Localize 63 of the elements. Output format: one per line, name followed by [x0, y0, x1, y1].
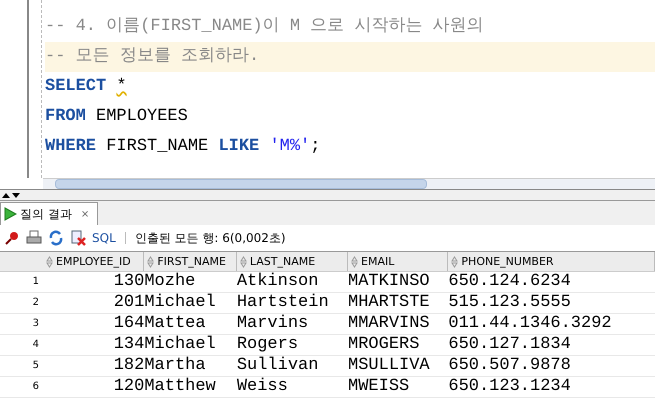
- sort-icon[interactable]: [147, 256, 154, 268]
- play-icon: [3, 207, 17, 221]
- table-cell-text: 130: [112, 272, 144, 292]
- code-editor[interactable]: -- 4. 이름(FIRST_NAME)이 M 으로 시작하는 사원의 -- 모든 정보를 조회하라. SELECT * FROM EMPLOYEES WHERE FIRST_NAME LIKE 'M%';: [0, 0, 655, 178]
- splitter-arrows-icon[interactable]: [1, 192, 21, 198]
- table-cell-text: Weiss: [236, 377, 289, 397]
- table-cell-text: 182: [112, 356, 144, 376]
- horizontal-scrollbar[interactable]: [43, 178, 655, 189]
- table-cell-text: 650.123.1234: [448, 377, 572, 397]
- pin-icon[interactable]: [4, 230, 20, 246]
- table-cell-text: Marvins: [236, 314, 310, 334]
- code-line: FROM EMPLOYEES: [45, 107, 188, 126]
- table-cell-text: Sullivan: [236, 356, 320, 376]
- table-cell-text: MHARTSTE: [348, 293, 431, 313]
- sort-icon[interactable]: [46, 256, 53, 268]
- printer-icon[interactable]: [26, 230, 42, 246]
- table-cell-text: Rogers: [236, 335, 300, 355]
- table-cell-text: Hartstein: [236, 293, 330, 313]
- row-number: 2: [32, 296, 40, 310]
- row-number: 4: [32, 338, 40, 352]
- clear-document-icon[interactable]: [70, 230, 86, 246]
- table-cell-text: 515.123.5555: [448, 293, 572, 313]
- column-header[interactable]: FIRST_NAME: [144, 252, 237, 271]
- table-cell-text: 164: [112, 314, 144, 334]
- table-cell-text: Michael: [144, 293, 217, 313]
- table-cell-text: MROGERS: [348, 335, 420, 355]
- sort-icon[interactable]: [351, 256, 358, 268]
- table-cell-text: 011.44.1346.3292: [448, 314, 613, 334]
- row-number: 6: [32, 380, 40, 394]
- table-cell-text: 201: [112, 293, 144, 313]
- code-line: -- 4. 이름(FIRST_NAME)이 M 으로 시작하는 사원의: [45, 17, 484, 36]
- table-cell-text: Michael: [144, 335, 217, 355]
- query-result-tab[interactable]: 질의 결과 ×: [0, 202, 98, 225]
- refresh-icon[interactable]: [48, 230, 64, 246]
- table-cell-text: 120: [112, 377, 144, 397]
- table-cell-text: MSULLIVA: [348, 356, 431, 376]
- status-text: 인출된 모든 행: 6(0,002초): [134, 230, 286, 246]
- code-line: SELECT *: [45, 77, 127, 96]
- table-cell-text: MWEISS: [348, 377, 410, 397]
- row-number: 5: [32, 359, 40, 373]
- table-cell-text: Mattea: [144, 314, 207, 334]
- table-cell-text: 650.124.6234: [448, 272, 572, 292]
- close-icon[interactable]: ×: [80, 208, 90, 220]
- table-cell-text: 134: [112, 335, 144, 355]
- column-header[interactable]: EMPLOYEE_ID: [43, 252, 144, 271]
- row-number: 3: [32, 317, 40, 331]
- table-cell-text: 650.127.1834: [448, 335, 572, 355]
- sort-icon[interactable]: [240, 256, 247, 268]
- column-header[interactable]: LAST_NAME: [236, 252, 348, 271]
- table-cell-text: Atkinson: [236, 272, 320, 292]
- code-line: -- 모든 정보를 조회하라.: [45, 47, 260, 66]
- table-cell-text: MATKINSO: [348, 272, 431, 292]
- table-cell-text: MMARVINS: [348, 314, 431, 334]
- sort-icon[interactable]: [451, 256, 458, 268]
- code-line: WHERE FIRST_NAME LIKE 'M%';: [45, 137, 320, 156]
- table-cell-text: Matthew: [144, 377, 217, 397]
- sql-link[interactable]: SQL: [92, 231, 116, 245]
- table-cell-text: Mozhe: [144, 272, 196, 292]
- column-header[interactable]: PHONE_NUMBER: [448, 252, 655, 271]
- table-cell-text: 650.507.9878: [448, 356, 572, 376]
- column-header[interactable]: EMAIL: [348, 252, 448, 271]
- row-number: 1: [32, 275, 40, 289]
- table-cell-text: Martha: [144, 356, 207, 376]
